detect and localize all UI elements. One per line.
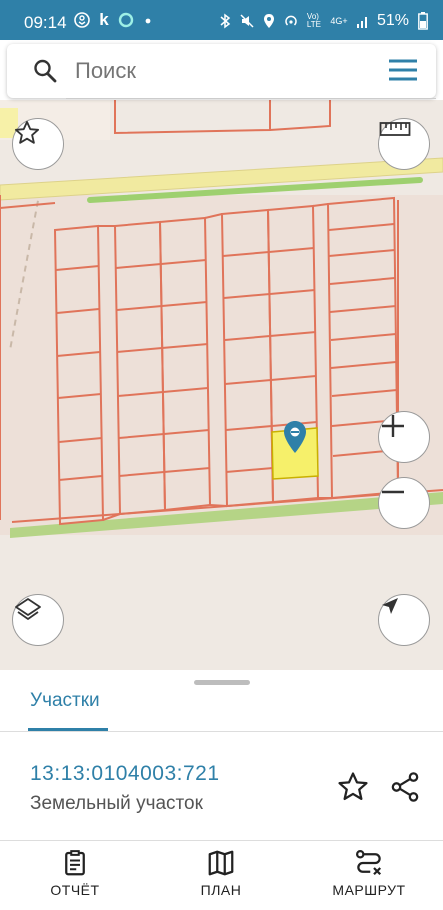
search-divider (66, 98, 436, 99)
favorite-button[interactable] (336, 770, 370, 804)
route-icon (356, 850, 382, 876)
nav-plan-label: ПЛАН (200, 882, 242, 898)
object-type: Земельный участок (30, 793, 203, 814)
k-app-icon: k (99, 10, 109, 29)
hotspot-icon (283, 13, 299, 29)
layers-icon[interactable] (12, 594, 64, 646)
location-icon (261, 13, 277, 29)
share-icon (391, 772, 419, 802)
volte-icon: Vo) LTE (306, 12, 321, 29)
battery-level: 51% (376, 12, 409, 29)
sheet-drag-handle[interactable] (194, 680, 250, 685)
nav-route[interactable]: МАРШРУТ (314, 848, 424, 898)
zoom-in-icon[interactable] (378, 411, 430, 463)
nav-plan[interactable]: ПЛАН (166, 848, 276, 898)
share-button[interactable] (388, 770, 422, 804)
dot-icon (140, 12, 156, 28)
tab-divider (0, 731, 443, 732)
clipboard-icon (65, 850, 85, 876)
bottom-nav: ОТЧЁТ ПЛАН МАРШРУТ (0, 842, 443, 910)
ruler-icon[interactable] (378, 118, 430, 170)
signal-icon (355, 13, 371, 29)
zoom-out-icon[interactable] (378, 477, 430, 529)
search-input[interactable] (75, 58, 365, 84)
search-bar[interactable] (7, 44, 436, 98)
menu-icon[interactable] (388, 58, 418, 84)
location-arrow-icon[interactable] (378, 594, 430, 646)
nav-divider (0, 840, 443, 841)
map-canvas[interactable] (0, 100, 443, 670)
odnoklassniki-icon (74, 12, 90, 28)
map-icon (208, 850, 234, 876)
nav-report-label: ОТЧЁТ (50, 882, 100, 898)
status-time: 09:14 (24, 13, 67, 32)
circle-app-icon (118, 12, 134, 28)
search-icon[interactable] (33, 58, 57, 89)
system-icons: Vo) LTE 4G+ 51% (217, 12, 431, 30)
status-bar: 09:14 k Vo) LTE 4G+ 51% (0, 0, 443, 40)
mute-icon (239, 13, 255, 29)
bottom-sheet: Участки 13:13:0104003:721 Земельный учас… (0, 670, 443, 910)
cadastral-number[interactable]: 13:13:0104003:721 (30, 762, 220, 786)
favorite-star-icon[interactable] (12, 118, 64, 170)
nav-route-label: МАРШРУТ (332, 882, 406, 898)
map-pin-icon[interactable] (283, 420, 307, 454)
tab-plots[interactable]: Участки (30, 690, 100, 712)
battery-icon (415, 12, 431, 30)
star-icon (338, 772, 368, 801)
bluetooth-icon (217, 13, 233, 29)
map-view[interactable] (0, 100, 443, 670)
network-type: 4G+ (330, 16, 348, 26)
nav-report[interactable]: ОТЧЁТ (20, 848, 130, 898)
notification-icons: k (74, 10, 156, 29)
